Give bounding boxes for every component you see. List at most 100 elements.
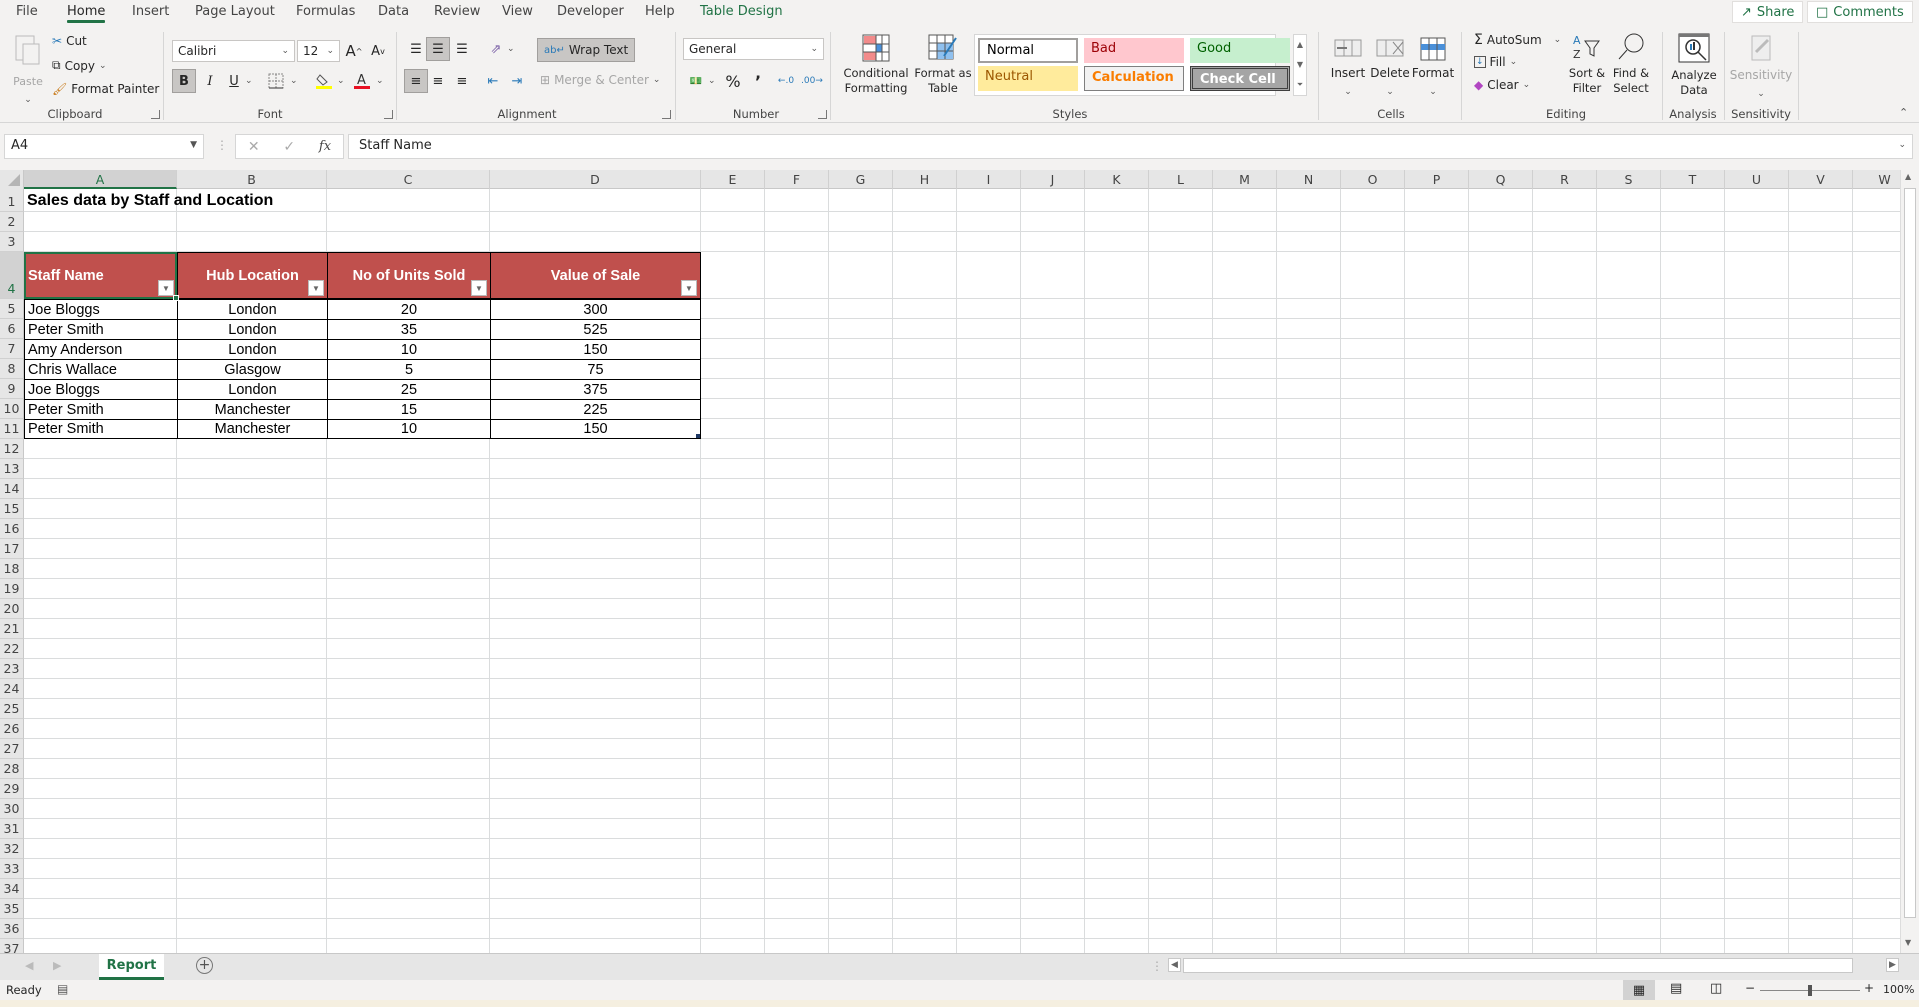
font-color-dropdown-icon[interactable]: ⌄ <box>376 76 384 86</box>
horizontal-scroll-thumb[interactable] <box>1183 958 1853 973</box>
format-as-table-button[interactable]: Format as Table <box>912 34 974 96</box>
number-launcher-icon[interactable] <box>818 110 827 119</box>
sensitivity-button[interactable]: Sensitivity ⌄ <box>1730 32 1792 102</box>
comma-style-button[interactable]: ’ <box>746 69 770 93</box>
zoom-level[interactable]: 100% <box>1883 983 1914 996</box>
scroll-left-icon[interactable]: ◀ <box>1168 958 1181 972</box>
row-header-2[interactable]: 2 <box>0 212 24 232</box>
row-header-7[interactable]: 7 <box>0 339 24 359</box>
tab-developer[interactable]: Developer <box>557 4 624 19</box>
table-cell[interactable]: Manchester <box>177 419 327 439</box>
table-header-units-sold[interactable]: No of Units Sold ▼ <box>327 252 490 299</box>
table-cell[interactable]: Manchester <box>177 399 327 419</box>
italic-button[interactable]: I <box>198 69 222 93</box>
row-header-32[interactable]: 32 <box>0 839 24 859</box>
align-right-button[interactable]: ≡ <box>450 69 474 93</box>
clipboard-launcher-icon[interactable] <box>151 110 160 119</box>
font-size-dropdown[interactable]: 12 ⌄ <box>297 40 340 62</box>
next-sheet-icon[interactable]: ▶ <box>53 959 61 972</box>
table-cell[interactable]: Joe Bloggs <box>24 379 177 399</box>
zoom-in-icon[interactable]: + <box>1864 981 1874 995</box>
column-header-h[interactable]: H <box>893 170 957 189</box>
table-header-hub-location[interactable]: Hub Location ▼ <box>177 252 327 299</box>
fill-button[interactable]: ↓ Fill ⌄ <box>1474 55 1517 69</box>
row-header-25[interactable]: 25 <box>0 699 24 719</box>
row-header-15[interactable]: 15 <box>0 499 24 519</box>
cancel-icon[interactable]: ✕ <box>248 139 260 155</box>
column-header-v[interactable]: V <box>1789 170 1853 189</box>
column-header-l[interactable]: L <box>1149 170 1213 189</box>
column-header-s[interactable]: S <box>1597 170 1661 189</box>
tab-file[interactable]: File <box>16 4 38 19</box>
table-cell[interactable]: London <box>177 339 327 359</box>
underline-button[interactable]: U <box>222 69 246 93</box>
comments-button[interactable]: □ Comments <box>1807 1 1913 23</box>
row-header-11[interactable]: 11 <box>0 419 24 439</box>
row-header-17[interactable]: 17 <box>0 539 24 559</box>
table-cell[interactable]: London <box>177 319 327 339</box>
row-header-9[interactable]: 9 <box>0 379 24 399</box>
sheet-tab-report[interactable]: Report <box>99 954 164 980</box>
font-color-button[interactable]: A <box>350 69 374 93</box>
table-resize-handle[interactable] <box>696 434 700 438</box>
zoom-out-icon[interactable]: − <box>1745 981 1755 995</box>
row-header-31[interactable]: 31 <box>0 819 24 839</box>
delete-cells-button[interactable]: Delete ⌄ <box>1370 34 1410 100</box>
number-format-dropdown[interactable]: General ⌄ <box>683 38 824 60</box>
table-cell[interactable]: Glasgow <box>177 359 327 379</box>
alignment-launcher-icon[interactable] <box>662 110 671 119</box>
filter-dropdown-icon[interactable]: ▼ <box>308 280 324 296</box>
scroll-down-arrow-icon[interactable]: ▼ <box>1905 938 1911 947</box>
table-cell[interactable]: 150 <box>490 339 701 359</box>
tab-review[interactable]: Review <box>434 4 480 19</box>
row-header-33[interactable]: 33 <box>0 859 24 879</box>
style-check-cell[interactable]: Check Cell <box>1190 66 1290 91</box>
row-header-30[interactable]: 30 <box>0 799 24 819</box>
conditional-formatting-button[interactable]: Conditional Formatting <box>840 34 912 96</box>
tab-home[interactable]: Home <box>67 4 106 23</box>
style-neutral[interactable]: Neutral <box>978 66 1078 91</box>
align-center-button[interactable]: ≡ <box>426 69 450 93</box>
table-header-value-of-sale[interactable]: Value of Sale ▼ <box>490 252 701 299</box>
column-header-a[interactable]: A <box>24 170 177 189</box>
sort-filter-button[interactable]: AZ Sort & Filter <box>1566 32 1608 96</box>
scroll-up-arrow-icon[interactable]: ▲ <box>1905 172 1911 181</box>
grow-font-button[interactable]: A ^ <box>342 39 366 63</box>
add-sheet-icon[interactable]: + <box>196 957 213 974</box>
decrease-decimal-button[interactable]: .00→ <box>800 69 824 93</box>
table-cell[interactable]: 300 <box>490 299 701 319</box>
row-header-14[interactable]: 14 <box>0 479 24 499</box>
orientation-button[interactable]: ⇗ <box>484 37 508 61</box>
tab-view[interactable]: View <box>502 4 533 19</box>
table-header-staff-name[interactable]: Staff Name ▼ <box>24 252 177 299</box>
wrap-text-button[interactable]: ab↵ Wrap Text <box>537 38 636 62</box>
row-header-21[interactable]: 21 <box>0 619 24 639</box>
insert-cells-button[interactable]: Insert ⌄ <box>1328 34 1368 100</box>
column-header-k[interactable]: K <box>1085 170 1149 189</box>
tab-formulas[interactable]: Formulas <box>296 4 355 19</box>
align-left-button[interactable]: ≡ <box>404 69 428 93</box>
tab-insert[interactable]: Insert <box>132 4 169 19</box>
sheet-title[interactable]: Sales data by Staff and Location <box>24 189 276 212</box>
share-button[interactable]: ↗ Share <box>1732 1 1804 23</box>
insert-function-icon[interactable]: fx <box>319 139 331 154</box>
borders-button[interactable] <box>264 69 288 93</box>
table-cell[interactable]: 150 <box>490 419 701 439</box>
column-header-n[interactable]: N <box>1277 170 1341 189</box>
macro-recording-icon[interactable]: ▤ <box>57 982 68 996</box>
more-icon[interactable]: ⏷ <box>1297 80 1303 90</box>
row-header-4[interactable]: 4 <box>0 252 24 299</box>
scroll-right-icon[interactable]: ▶ <box>1886 958 1899 972</box>
tab-split-handle[interactable]: ⋮ <box>1151 959 1163 973</box>
table-cell[interactable]: 5 <box>327 359 490 379</box>
table-cell[interactable]: 375 <box>490 379 701 399</box>
column-header-d[interactable]: D <box>490 170 701 189</box>
collapse-ribbon-icon[interactable]: ⌃ <box>1899 106 1908 119</box>
vertical-scroll-thumb[interactable] <box>1904 188 1916 918</box>
tab-table-design[interactable]: Table Design <box>700 4 783 19</box>
filter-dropdown-icon[interactable]: ▼ <box>158 280 174 296</box>
row-header-35[interactable]: 35 <box>0 899 24 919</box>
scroll-up-icon[interactable]: ▲ <box>1297 40 1303 49</box>
row-header-13[interactable]: 13 <box>0 459 24 479</box>
column-header-u[interactable]: U <box>1725 170 1789 189</box>
